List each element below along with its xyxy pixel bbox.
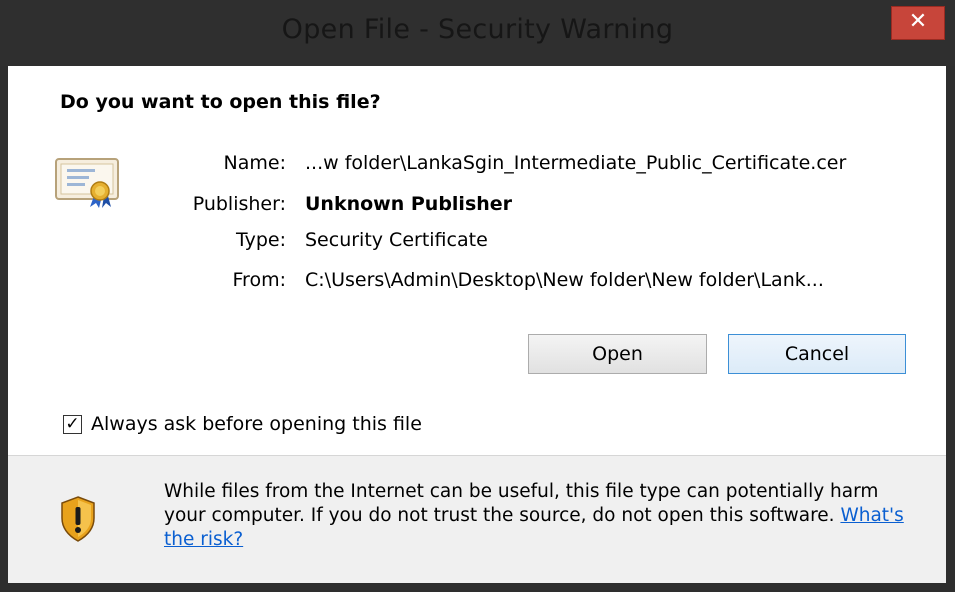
from-row: From: C:\Users\Admin\Desktop\New folder\… bbox=[8, 269, 946, 295]
from-value: C:\Users\Admin\Desktop\New folder\New fo… bbox=[305, 269, 824, 291]
name-row: Name: ...w folder\LankaSgin_Intermediate… bbox=[8, 152, 946, 178]
always-ask-checkbox[interactable]: ✓ bbox=[63, 415, 82, 434]
security-warning-window: Open File - Security Warning ✕ Do you wa… bbox=[0, 0, 955, 592]
title-bar[interactable]: Open File - Security Warning ✕ bbox=[0, 0, 955, 66]
close-icon: ✕ bbox=[908, 9, 928, 34]
type-row: Type: Security Certificate bbox=[8, 229, 946, 255]
cancel-button[interactable]: Cancel bbox=[728, 334, 906, 374]
shield-warning-icon bbox=[60, 496, 96, 546]
name-value: ...w folder\LankaSgin_Intermediate_Publi… bbox=[305, 152, 847, 174]
warning-footer: While files from the Internet can be use… bbox=[8, 456, 946, 583]
dialog-question: Do you want to open this file? bbox=[60, 91, 381, 113]
publisher-row: Publisher: Unknown Publisher bbox=[8, 193, 946, 219]
always-ask-label[interactable]: Always ask before opening this file bbox=[91, 413, 422, 435]
type-value: Security Certificate bbox=[305, 229, 488, 251]
open-button[interactable]: Open bbox=[528, 334, 707, 374]
name-label: Name: bbox=[223, 152, 286, 174]
close-button[interactable]: ✕ bbox=[891, 6, 945, 40]
warning-message: While files from the Internet can be use… bbox=[164, 480, 924, 552]
from-label: From: bbox=[232, 269, 286, 291]
publisher-label: Publisher: bbox=[192, 193, 286, 215]
dialog-body: Do you want to open this file? Name: ...… bbox=[8, 66, 946, 583]
type-label: Type: bbox=[235, 229, 286, 251]
warning-text: While files from the Internet can be use… bbox=[164, 481, 879, 526]
window-title: Open File - Security Warning bbox=[281, 14, 674, 45]
publisher-value: Unknown Publisher bbox=[305, 193, 513, 215]
